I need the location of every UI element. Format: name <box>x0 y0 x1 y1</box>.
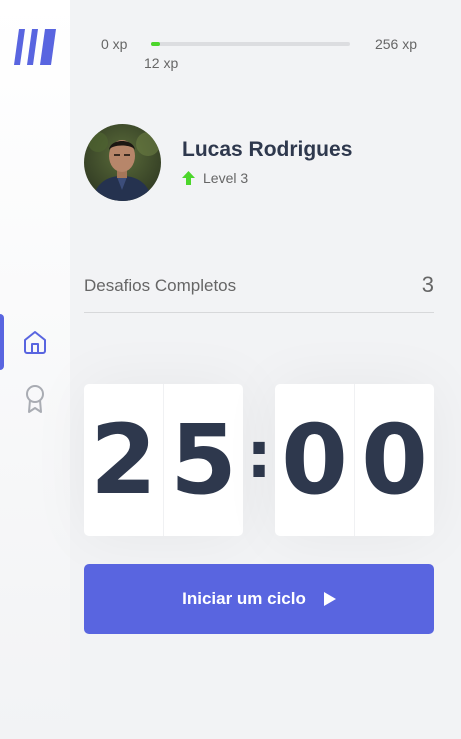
award-icon <box>26 385 44 413</box>
countdown-separator: : <box>246 419 272 493</box>
second-tens-digit: 0 <box>281 404 348 516</box>
level-up-arrow-icon <box>182 171 195 185</box>
minute-ones-digit: 5 <box>163 384 243 536</box>
sidebar-item-home[interactable] <box>0 314 70 370</box>
minute-tens-digit: 2 <box>90 404 157 516</box>
xp-progress-fill <box>151 42 161 46</box>
start-cycle-label: Iniciar um ciclo <box>182 589 306 608</box>
profile: Lucas Rodrigues Level 3 <box>84 124 434 202</box>
sidebar-item-award[interactable] <box>0 371 70 427</box>
level-indicator: Level 3 <box>182 170 248 186</box>
countdown-seconds: 0 0 <box>275 384 434 536</box>
countdown: 2 5 : 0 0 <box>84 384 434 536</box>
level-label: Level 3 <box>203 170 249 186</box>
xp-progress-track <box>151 42 350 46</box>
user-name: Lucas Rodrigues <box>182 138 353 161</box>
app-logo-icon[interactable] <box>13 27 57 67</box>
challenges-count: 3 <box>421 272 434 297</box>
completed-challenges: Desafios Completos 3 <box>84 262 434 313</box>
start-cycle-button[interactable]: Iniciar um ciclo <box>84 564 434 634</box>
play-icon <box>323 592 336 606</box>
xp-current-label: 12 xp <box>144 55 179 71</box>
countdown-minutes: 2 5 <box>84 384 243 536</box>
challenges-label: Desafios Completos <box>84 276 237 295</box>
xp-min-label: 0 xp <box>101 36 128 52</box>
second-ones-digit: 0 <box>354 384 434 536</box>
avatar <box>84 124 161 201</box>
xp-max-label: 256 xp <box>374 36 417 52</box>
home-icon <box>24 331 46 354</box>
experience-bar: 0 xp 12 xp 256 xp <box>84 36 434 76</box>
sidebar <box>0 0 70 739</box>
